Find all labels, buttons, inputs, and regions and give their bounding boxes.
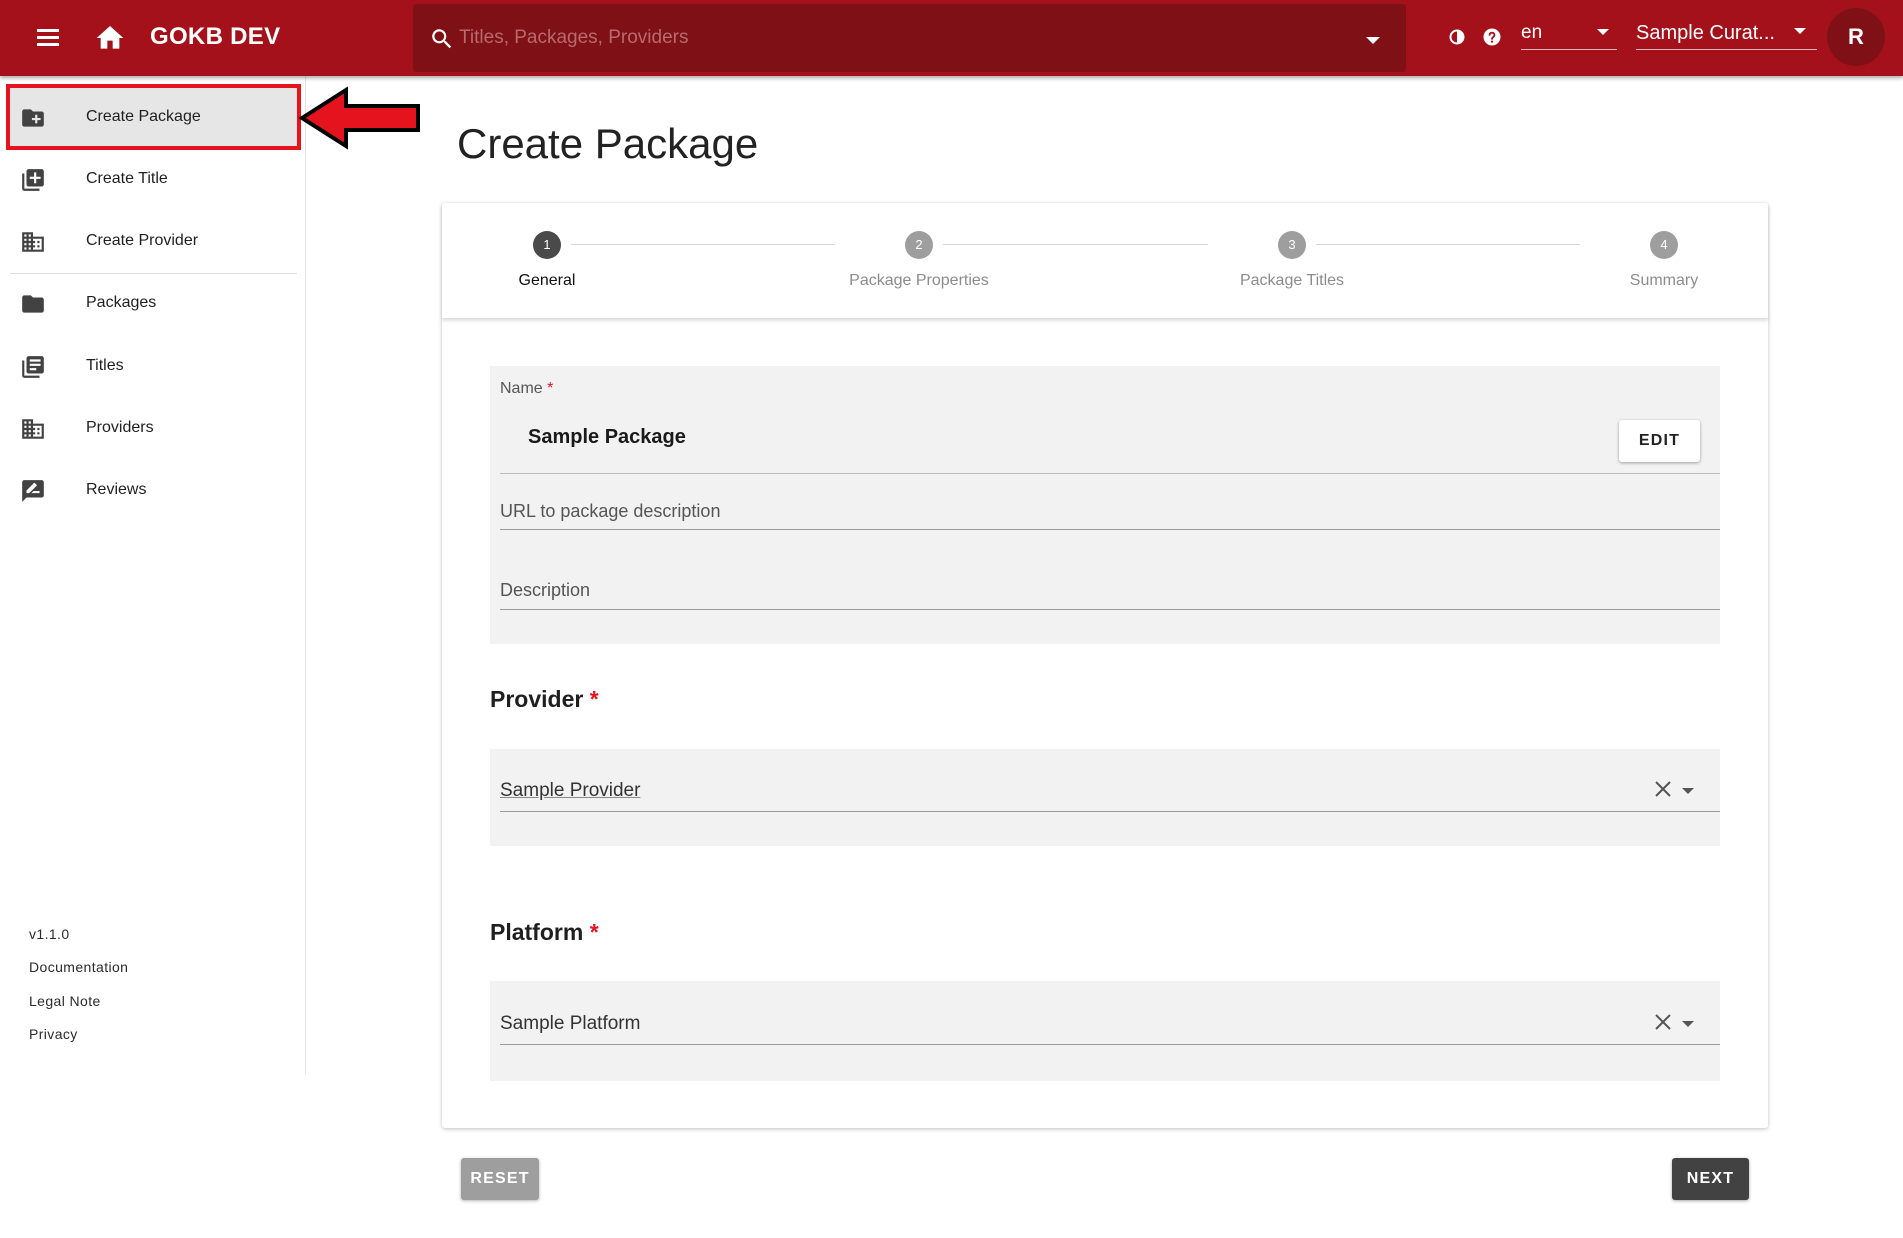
sidebar-item-create-provider[interactable]: Create Provider xyxy=(10,212,297,270)
name-underline xyxy=(500,473,1720,474)
description-underline xyxy=(500,609,1720,610)
menu-icon[interactable] xyxy=(30,22,64,54)
sidebar-item-label: Create Package xyxy=(86,108,201,125)
platform-underline xyxy=(500,1044,1720,1045)
sidebar-item-label: Create Title xyxy=(86,170,168,187)
platform-value[interactable]: Sample Platform xyxy=(500,1013,640,1035)
titles-icon xyxy=(22,356,44,378)
sidebar: Create Package Create Title Create Provi… xyxy=(0,76,306,1074)
sidebar-item-label: Packages xyxy=(86,294,157,311)
user-name: Sample Curat... xyxy=(1636,22,1775,44)
description-field[interactable]: Description xyxy=(500,580,590,601)
stepper: 1 General 2 Package Properties 3 Package… xyxy=(442,203,1768,319)
sidebar-item-reviews[interactable]: Reviews xyxy=(10,461,297,519)
create-package-card: 1 General 2 Package Properties 3 Package… xyxy=(442,203,1768,1128)
privacy-link[interactable]: Privacy xyxy=(29,1026,78,1042)
name-field-label: Name * xyxy=(500,380,553,398)
providers-icon xyxy=(22,419,44,439)
sidebar-item-label: Providers xyxy=(86,419,154,436)
help-icon[interactable] xyxy=(1483,28,1501,46)
platform-select[interactable]: Sample Platform xyxy=(490,981,1720,1081)
provider-select[interactable]: Sample Provider xyxy=(490,749,1720,846)
sidebar-item-create-package[interactable]: Create Package xyxy=(6,84,301,150)
documentation-link[interactable]: Documentation xyxy=(29,959,128,975)
general-fields-panel: Name * Sample Package EDIT URL to packag… xyxy=(490,366,1720,644)
url-underline xyxy=(500,529,1720,530)
provider-heading-text: Provider xyxy=(490,686,584,712)
required-mark: * xyxy=(589,686,599,712)
clear-platform-icon[interactable] xyxy=(1652,1011,1674,1033)
contrast-icon[interactable] xyxy=(1449,29,1465,45)
step-connector xyxy=(943,244,1208,245)
app-title[interactable]: GOKB DEV xyxy=(150,23,280,51)
folder-icon xyxy=(22,295,44,313)
provider-dropdown-icon[interactable] xyxy=(1682,788,1694,794)
step-4-label[interactable]: Summary xyxy=(1564,272,1764,290)
name-label: Name xyxy=(500,380,543,397)
sidebar-item-label: Create Provider xyxy=(86,232,199,249)
step-connector xyxy=(1316,244,1580,245)
required-mark: * xyxy=(547,380,554,397)
page-title: Create Package xyxy=(457,120,759,167)
search-input[interactable] xyxy=(459,18,1339,58)
platform-heading-text: Platform xyxy=(490,919,584,945)
provider-heading: Provider * xyxy=(490,686,599,713)
user-dropdown-icon xyxy=(1794,28,1806,34)
version-label: v1.1.0 xyxy=(29,926,70,942)
avatar[interactable]: R xyxy=(1827,8,1885,66)
step-2-label[interactable]: Package Properties xyxy=(819,272,1019,290)
create-provider-icon xyxy=(22,232,44,252)
sidebar-item-create-title[interactable]: Create Title xyxy=(10,150,297,208)
step-2-number[interactable]: 2 xyxy=(905,231,933,259)
language-select[interactable]: en xyxy=(1521,16,1617,50)
sidebar-item-providers[interactable]: Providers xyxy=(10,399,297,457)
name-value: Sample Package xyxy=(528,426,686,448)
required-mark: * xyxy=(589,919,599,945)
step-connector xyxy=(571,244,835,245)
provider-value[interactable]: Sample Provider xyxy=(500,780,640,802)
legal-note-link[interactable]: Legal Note xyxy=(29,993,101,1009)
step-1-number[interactable]: 1 xyxy=(533,231,561,259)
create-title-icon xyxy=(22,169,44,191)
annotation-arrow-icon xyxy=(298,86,420,150)
step-4-number[interactable]: 4 xyxy=(1650,231,1678,259)
sidebar-item-packages[interactable]: Packages xyxy=(10,274,297,332)
step-1-label[interactable]: General xyxy=(447,272,647,290)
user-select[interactable]: Sample Curat... xyxy=(1636,16,1817,50)
create-package-icon xyxy=(22,109,44,127)
reviews-icon xyxy=(22,480,44,502)
url-field[interactable]: URL to package description xyxy=(500,501,720,522)
language-value: en xyxy=(1521,22,1543,43)
provider-underline xyxy=(500,811,1720,812)
platform-dropdown-icon[interactable] xyxy=(1682,1021,1694,1027)
sidebar-item-label: Reviews xyxy=(86,481,147,498)
reset-button[interactable]: RESET xyxy=(461,1158,539,1200)
sidebar-item-label: Titles xyxy=(86,357,124,374)
search-icon xyxy=(432,29,452,49)
next-button[interactable]: NEXT xyxy=(1672,1158,1749,1200)
platform-heading: Platform * xyxy=(490,919,599,946)
edit-name-button[interactable]: EDIT xyxy=(1619,420,1700,462)
global-search[interactable] xyxy=(413,4,1406,72)
search-dropdown-icon[interactable] xyxy=(1366,37,1380,44)
top-app-bar: GOKB DEV en Sample Curat... R xyxy=(0,0,1903,76)
sidebar-item-titles[interactable]: Titles xyxy=(10,337,297,395)
home-icon[interactable] xyxy=(94,22,126,54)
step-3-number[interactable]: 3 xyxy=(1278,231,1306,259)
clear-provider-icon[interactable] xyxy=(1652,778,1674,800)
language-dropdown-icon xyxy=(1597,29,1609,35)
step-3-label[interactable]: Package Titles xyxy=(1192,272,1392,290)
